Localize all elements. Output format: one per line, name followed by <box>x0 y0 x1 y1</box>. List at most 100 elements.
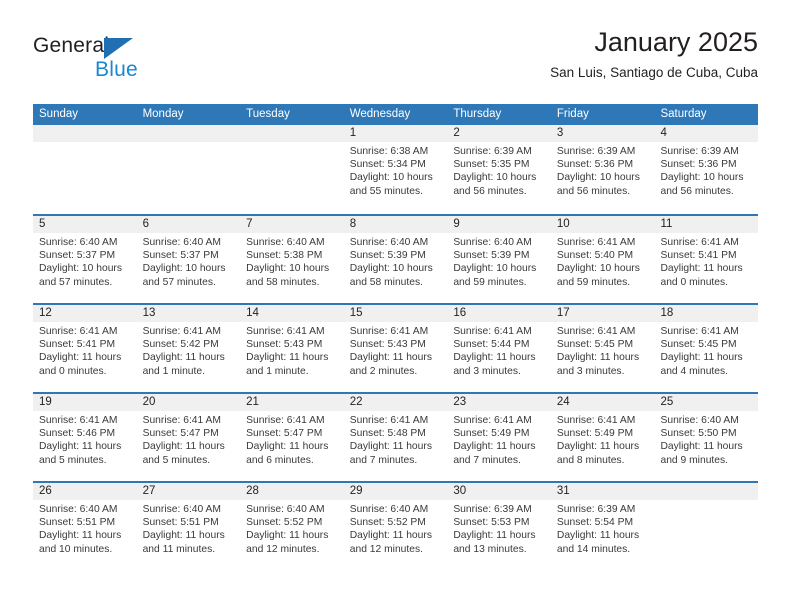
sunset-text: Sunset: 5:46 PM <box>39 428 116 440</box>
day-cell[interactable]: 28 Sunrise: 6:40 AM Sunset: 5:52 PM Dayl… <box>240 483 344 570</box>
day-cell[interactable]: 14 Sunrise: 6:41 AM Sunset: 5:43 PM Dayl… <box>240 305 344 392</box>
day-cell[interactable]: 16 Sunrise: 6:41 AM Sunset: 5:44 PM Dayl… <box>447 305 551 392</box>
day-cell[interactable]: 1 Sunrise: 6:38 AM Sunset: 5:34 PM Dayli… <box>343 125 448 214</box>
calendar-week-row: 5 Sunrise: 6:40 AM Sunset: 5:37 PM Dayli… <box>33 214 759 303</box>
day-cell[interactable]: 25 Sunrise: 6:40 AM Sunset: 5:50 PM Dayl… <box>654 394 759 481</box>
daylight-text-line1: Daylight: 10 hours <box>39 263 122 275</box>
daylight-text-line2: and 14 minutes. <box>556 543 631 555</box>
day-cell[interactable]: 5 Sunrise: 6:40 AM Sunset: 5:37 PM Dayli… <box>33 216 137 303</box>
sunset-text: Sunset: 5:50 PM <box>660 428 737 440</box>
day-cell[interactable]: 26 Sunrise: 6:40 AM Sunset: 5:51 PM Dayl… <box>33 483 137 570</box>
sunrise-text: Sunrise: 6:40 AM <box>453 237 532 248</box>
day-number: 30 <box>447 483 551 500</box>
daylight-text-line1: Daylight: 11 hours <box>39 441 122 453</box>
day-cell[interactable]: 20 Sunrise: 6:41 AM Sunset: 5:47 PM Dayl… <box>136 394 241 481</box>
daylight-text-line1: Daylight: 11 hours <box>142 441 225 453</box>
day-cell[interactable]: 3 Sunrise: 6:39 AM Sunset: 5:36 PM Dayli… <box>550 125 655 214</box>
sunrise-text: Sunrise: 6:41 AM <box>556 415 636 426</box>
day-info: Sunrise: 6:41 AM Sunset: 5:49 PM Dayligh… <box>447 411 551 467</box>
sunrise-text: Sunrise: 6:39 AM <box>453 504 532 515</box>
sunrise-text: Sunrise: 6:41 AM <box>39 326 118 337</box>
day-info: Sunrise: 6:40 AM Sunset: 5:51 PM Dayligh… <box>33 500 137 556</box>
day-cell[interactable] <box>33 125 137 214</box>
daylight-text-line2: and 57 minutes. <box>142 276 216 288</box>
day-info: Sunrise: 6:40 AM Sunset: 5:51 PM Dayligh… <box>137 500 241 556</box>
day-cell[interactable]: 27 Sunrise: 6:40 AM Sunset: 5:51 PM Dayl… <box>136 483 241 570</box>
page-title: January 2025 <box>594 27 758 57</box>
day-number: 1 <box>343 125 448 142</box>
daylight-text-line1: Daylight: 10 hours <box>349 263 433 275</box>
daylight-text-line2: and 9 minutes. <box>660 454 729 466</box>
sunrise-text: Sunrise: 6:40 AM <box>142 237 221 248</box>
sunrise-text: Sunrise: 6:41 AM <box>349 326 429 337</box>
day-cell[interactable]: 17 Sunrise: 6:41 AM Sunset: 5:45 PM Dayl… <box>550 305 655 392</box>
sunrise-text: Sunrise: 6:40 AM <box>349 237 429 248</box>
sunrise-text: Sunrise: 6:39 AM <box>556 504 636 515</box>
day-cell[interactable]: 15 Sunrise: 6:41 AM Sunset: 5:43 PM Dayl… <box>343 305 448 392</box>
day-cell[interactable]: 13 Sunrise: 6:41 AM Sunset: 5:42 PM Dayl… <box>136 305 241 392</box>
day-cell[interactable]: 19 Sunrise: 6:41 AM Sunset: 5:46 PM Dayl… <box>33 394 137 481</box>
day-cell[interactable] <box>136 125 241 214</box>
sunset-text: Sunset: 5:51 PM <box>39 517 116 529</box>
daylight-text-line2: and 7 minutes. <box>349 454 418 466</box>
sunset-text: Sunset: 5:34 PM <box>349 159 426 171</box>
day-cell[interactable] <box>240 125 344 214</box>
day-number: 24 <box>550 394 655 411</box>
day-info: Sunrise: 6:40 AM Sunset: 5:37 PM Dayligh… <box>33 233 137 289</box>
day-cell[interactable]: 31 Sunrise: 6:39 AM Sunset: 5:54 PM Dayl… <box>550 483 655 570</box>
day-info: Sunrise: 6:41 AM Sunset: 5:41 PM Dayligh… <box>33 322 137 378</box>
daylight-text-line2: and 3 minutes. <box>453 365 521 377</box>
day-cell[interactable]: 4 Sunrise: 6:39 AM Sunset: 5:36 PM Dayli… <box>654 125 759 214</box>
day-cell[interactable]: 10 Sunrise: 6:41 AM Sunset: 5:40 PM Dayl… <box>550 216 655 303</box>
weekday-header-sunday: Sunday <box>39 108 79 120</box>
day-number <box>136 125 241 142</box>
day-cell[interactable]: 8 Sunrise: 6:40 AM Sunset: 5:39 PM Dayli… <box>343 216 448 303</box>
day-cell[interactable]: 24 Sunrise: 6:41 AM Sunset: 5:49 PM Dayl… <box>550 394 655 481</box>
day-cell[interactable]: 29 Sunrise: 6:40 AM Sunset: 5:52 PM Dayl… <box>343 483 448 570</box>
sunrise-text: Sunrise: 6:40 AM <box>39 237 118 248</box>
general-blue-logo[interactable]: General Blue <box>33 26 253 88</box>
day-cell[interactable]: 18 Sunrise: 6:41 AM Sunset: 5:45 PM Dayl… <box>654 305 759 392</box>
sunset-text: Sunset: 5:39 PM <box>349 250 426 262</box>
sunset-text: Sunset: 5:45 PM <box>556 339 634 351</box>
weekday-header-saturday: Saturday <box>660 108 707 120</box>
daylight-text-line1: Daylight: 11 hours <box>349 530 432 542</box>
calendar-week-row: 12 Sunrise: 6:41 AM Sunset: 5:41 PM Dayl… <box>33 303 759 392</box>
sunrise-text: Sunrise: 6:40 AM <box>142 504 221 515</box>
day-info <box>137 142 241 145</box>
daylight-text-line1: Daylight: 11 hours <box>660 263 743 275</box>
day-cell[interactable]: 30 Sunrise: 6:39 AM Sunset: 5:53 PM Dayl… <box>447 483 551 570</box>
day-number: 11 <box>654 216 759 233</box>
day-number: 18 <box>654 305 759 322</box>
daylight-text-line2: and 6 minutes. <box>246 454 314 466</box>
day-cell[interactable] <box>654 483 759 570</box>
day-cell[interactable]: 2 Sunrise: 6:39 AM Sunset: 5:35 PM Dayli… <box>447 125 551 214</box>
daylight-text-line2: and 7 minutes. <box>453 454 521 466</box>
day-cell[interactable]: 7 Sunrise: 6:40 AM Sunset: 5:38 PM Dayli… <box>240 216 344 303</box>
day-cell[interactable]: 22 Sunrise: 6:41 AM Sunset: 5:48 PM Dayl… <box>343 394 448 481</box>
day-number: 12 <box>33 305 137 322</box>
day-cell[interactable]: 21 Sunrise: 6:41 AM Sunset: 5:47 PM Dayl… <box>240 394 344 481</box>
day-number: 16 <box>447 305 551 322</box>
daylight-text-line1: Daylight: 11 hours <box>349 441 432 453</box>
day-cell[interactable]: 11 Sunrise: 6:41 AM Sunset: 5:41 PM Dayl… <box>654 216 759 303</box>
daylight-text-line1: Daylight: 10 hours <box>660 172 744 184</box>
calendar-grid: Sunday Monday Tuesday Wednesday Thursday… <box>33 104 759 570</box>
day-info: Sunrise: 6:41 AM Sunset: 5:46 PM Dayligh… <box>33 411 137 467</box>
sunrise-text: Sunrise: 6:40 AM <box>660 415 739 426</box>
daylight-text-line1: Daylight: 10 hours <box>246 263 330 275</box>
day-cell[interactable]: 12 Sunrise: 6:41 AM Sunset: 5:41 PM Dayl… <box>33 305 137 392</box>
day-info: Sunrise: 6:40 AM Sunset: 5:50 PM Dayligh… <box>654 411 758 467</box>
daylight-text-line2: and 4 minutes. <box>660 365 729 377</box>
daylight-text-line1: Daylight: 11 hours <box>453 530 536 542</box>
day-cell[interactable]: 6 Sunrise: 6:40 AM Sunset: 5:37 PM Dayli… <box>136 216 241 303</box>
sunrise-text: Sunrise: 6:39 AM <box>556 146 636 157</box>
day-cell[interactable]: 9 Sunrise: 6:40 AM Sunset: 5:39 PM Dayli… <box>447 216 551 303</box>
logo-text-general: General <box>33 34 110 57</box>
day-number: 13 <box>136 305 241 322</box>
daylight-text-line2: and 56 minutes. <box>556 185 631 197</box>
day-info <box>240 142 344 145</box>
daylight-text-line2: and 12 minutes. <box>246 543 320 555</box>
day-cell[interactable]: 23 Sunrise: 6:41 AM Sunset: 5:49 PM Dayl… <box>447 394 551 481</box>
sunset-text: Sunset: 5:37 PM <box>39 250 116 262</box>
